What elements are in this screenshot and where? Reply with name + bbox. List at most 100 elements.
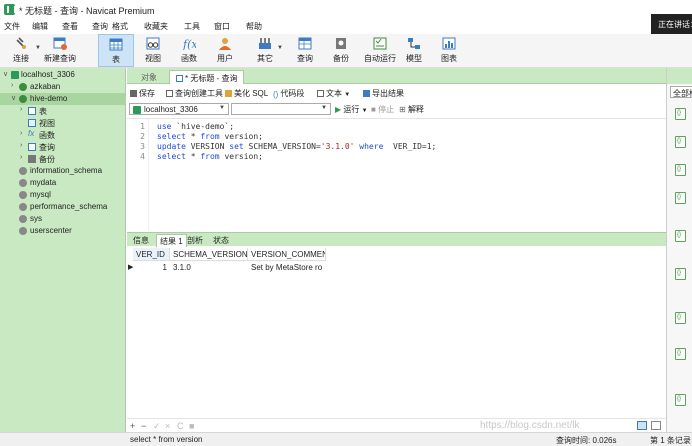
chevron-down-icon[interactable]: ∨: [11, 94, 16, 102]
tab-info[interactable]: 信息: [130, 234, 152, 247]
snippet-icon[interactable]: [675, 394, 686, 406]
menu-edit[interactable]: 编辑: [32, 21, 48, 32]
chevron-right-icon[interactable]: ›: [20, 130, 22, 137]
database-select[interactable]: ▼: [231, 103, 331, 115]
chevron-down-icon[interactable]: ▼: [277, 45, 283, 51]
tree-item-hive-demo[interactable]: ∨ hive-demo: [0, 93, 126, 105]
stop-button[interactable]: ■ 停止: [371, 104, 394, 115]
save-icon: [130, 90, 137, 97]
code-line: select * from version;: [157, 152, 263, 161]
function-button[interactable]: f(x) 函数: [172, 34, 206, 67]
tree-item-connection[interactable]: ∨ localhost_3306: [0, 69, 126, 81]
menu-format[interactable]: 格式: [112, 21, 128, 32]
form-view-icon[interactable]: [651, 421, 661, 430]
apply-button[interactable]: ✓: [153, 421, 161, 432]
new-query-button[interactable]: 新建查询: [42, 34, 78, 67]
query-builder-button[interactable]: 查询创建工具: [166, 88, 223, 99]
tab-profile[interactable]: 剖析: [184, 234, 206, 247]
tab-status[interactable]: 状态: [210, 234, 232, 247]
status-query-time: 查询时间: 0.026s: [556, 436, 617, 445]
menu-favorites[interactable]: 收藏夹: [144, 21, 168, 32]
text-button[interactable]: 文本 ▼: [317, 88, 350, 99]
chevron-down-icon[interactable]: ▼: [344, 92, 350, 98]
snippet-icon[interactable]: [675, 348, 686, 360]
snippet-icon[interactable]: [675, 164, 686, 176]
tree-item-mydata[interactable]: mydata: [0, 177, 126, 189]
chevron-down-icon[interactable]: ▼: [35, 45, 41, 51]
snippet-button[interactable]: () 代码段: [273, 88, 304, 99]
tree-item-userscenter[interactable]: userscenter: [0, 225, 126, 237]
menu-file[interactable]: 文件: [4, 21, 20, 32]
chevron-right-icon[interactable]: ›: [11, 82, 13, 89]
chevron-down-icon[interactable]: ▼: [362, 108, 368, 114]
save-button[interactable]: 保存: [130, 88, 155, 99]
menu-view[interactable]: 查看: [62, 21, 78, 32]
menu-help[interactable]: 帮助: [246, 21, 262, 32]
tree-item-information-schema[interactable]: information_schema: [0, 165, 126, 177]
snippet-icon[interactable]: [675, 192, 686, 204]
connection-select[interactable]: localhost_3306 ▼: [129, 103, 229, 115]
tree-item-mysql[interactable]: mysql: [0, 189, 126, 201]
query-grid-icon: [298, 37, 312, 50]
model-button[interactable]: 模型: [402, 34, 426, 67]
menu-tools[interactable]: 工具: [184, 21, 200, 32]
table-cell[interactable]: Set by MetaStore ro: [248, 261, 326, 274]
chevron-right-icon[interactable]: ›: [20, 154, 22, 161]
tab-objects[interactable]: 对象: [135, 70, 163, 84]
table-cell[interactable]: 3.1.0: [170, 261, 248, 274]
refresh-button[interactable]: C: [177, 421, 184, 431]
add-row-button[interactable]: +: [130, 421, 135, 431]
database-icon: [19, 95, 27, 103]
run-button[interactable]: ▶ 运行 ▼: [335, 104, 368, 115]
discard-button[interactable]: ×: [165, 421, 170, 431]
snippet-icon[interactable]: [675, 312, 686, 324]
backup-button[interactable]: 备份: [324, 34, 358, 67]
snippet-icon[interactable]: [675, 230, 686, 242]
user-button[interactable]: 用户: [208, 34, 242, 67]
stop-refresh-button[interactable]: ■: [189, 421, 194, 431]
tree-item-queries[interactable]: › 查询: [0, 141, 126, 153]
table-button[interactable]: 表: [98, 34, 134, 67]
export-results-button[interactable]: 导出结果: [363, 88, 404, 99]
select-all-button[interactable]: 全部标: [670, 86, 692, 98]
tab-result-1[interactable]: 结果 1: [156, 234, 187, 247]
chevron-down-icon[interactable]: ∨: [3, 70, 8, 78]
grid-view-icon[interactable]: [637, 421, 647, 430]
tree-item-tables[interactable]: › 表: [0, 105, 126, 117]
tab-query[interactable]: * 无标题 - 查询: [169, 70, 245, 84]
delete-row-button[interactable]: −: [141, 421, 146, 431]
sql-editor[interactable]: 1 2 3 4 use `hive-demo`; select * from v…: [127, 118, 666, 231]
chevron-right-icon[interactable]: ›: [20, 142, 22, 149]
snippet-icon[interactable]: [675, 108, 686, 120]
sql-token: from: [200, 132, 225, 141]
tree-item-performance-schema[interactable]: performance_schema: [0, 201, 126, 213]
tree-item-functions[interactable]: › fx 函数: [0, 129, 126, 141]
table-icon: [28, 107, 36, 115]
backup-icon: [28, 155, 36, 163]
other-button[interactable]: 其它 ▼: [248, 34, 283, 67]
menu-window[interactable]: 窗口: [214, 21, 230, 32]
column-header-schema-version[interactable]: SCHEMA_VERSION: [170, 248, 248, 261]
tree-item-azkaban[interactable]: › azkaban: [0, 81, 126, 93]
column-header-version-comment[interactable]: VERSION_COMMENT: [248, 248, 326, 261]
schedule-button[interactable]: 自动运行: [360, 34, 400, 67]
tree-item-sys[interactable]: sys: [0, 213, 126, 225]
line-number: 2: [140, 132, 145, 141]
sql-token: version;: [224, 132, 263, 141]
column-header-ver-id[interactable]: VER_ID: [133, 248, 170, 261]
query-button[interactable]: 查询: [288, 34, 322, 67]
tree-item-backups[interactable]: › 备份: [0, 153, 126, 165]
chart-button[interactable]: 图表: [436, 34, 462, 67]
view-button[interactable]: 视图: [136, 34, 170, 67]
menu-query[interactable]: 查询: [92, 21, 108, 32]
snippet-icon[interactable]: [675, 268, 686, 280]
explain-button[interactable]: ⊞ 解释: [399, 104, 424, 115]
snippet-icon[interactable]: [675, 136, 686, 148]
connect-button[interactable]: 连接 ▼: [2, 34, 41, 67]
database-icon: [19, 167, 27, 175]
sql-token: select: [157, 152, 191, 161]
table-cell[interactable]: 1: [133, 261, 170, 274]
beautify-sql-button[interactable]: 美化 SQL: [225, 88, 268, 99]
chevron-right-icon[interactable]: ›: [20, 106, 22, 113]
tree-item-views[interactable]: 视图: [0, 117, 126, 129]
